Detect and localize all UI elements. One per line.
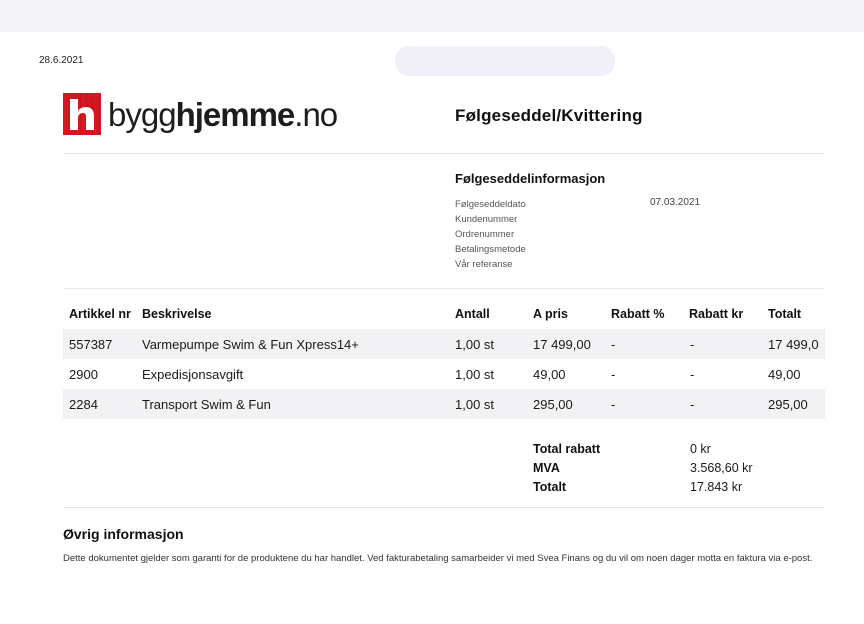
summary-value-vat: 3.568,60 kr: [690, 461, 753, 475]
column-header-article: Artikkel nr: [69, 307, 131, 321]
cell-discount-percent: -: [611, 337, 616, 352]
cell-discount-percent: -: [611, 367, 616, 382]
info-label-reference: Vår referanse: [455, 259, 513, 270]
summary-label-total: Totalt: [533, 480, 567, 494]
info-labels: Følgeseddeldato Kundenummer Ordrenummer …: [455, 197, 526, 272]
cell-discount-kr: -: [690, 337, 695, 352]
print-date: 28.6.2021: [39, 55, 84, 66]
logo-text-light: bygg: [108, 95, 177, 133]
cell-quantity: 1,00 st: [455, 367, 495, 382]
info-label-payment: Betalingsmetode: [455, 244, 526, 255]
cell-total: 295,00: [768, 397, 808, 412]
column-header-unit-price: A pris: [533, 307, 568, 321]
divider: [63, 507, 825, 508]
column-header-discount-kr: Rabatt kr: [689, 307, 744, 321]
document-title: Følgeseddel/Kvittering: [455, 106, 643, 125]
cell-article: 2284: [69, 397, 98, 412]
cell-total: 17 499,0: [768, 337, 819, 352]
info-date-value: 07.03.2021: [650, 197, 701, 208]
info-label-order: Ordrenummer: [455, 229, 515, 240]
other-info-heading: Øvrig informasjon: [63, 526, 184, 542]
summary-value-total: 17.843 kr: [690, 480, 743, 494]
cell-unit-price: 295,00: [533, 397, 573, 412]
table-row: 2900 Expedisjonsavgift 1,00 st 49,00 - -…: [63, 359, 825, 389]
info-label-customer: Kundenummer: [455, 214, 518, 225]
cell-description: Transport Swim & Fun: [142, 397, 271, 412]
cell-description: Expedisjonsavgift: [142, 367, 244, 382]
h-logo-icon: [63, 93, 101, 135]
cell-discount-kr: -: [690, 397, 695, 412]
top-band: [0, 0, 864, 32]
column-header-total: Totalt: [768, 307, 802, 321]
column-header-discount-percent: Rabatt %: [611, 307, 665, 321]
info-heading: Følgeseddelinformasjon: [455, 171, 606, 186]
cell-discount-percent: -: [611, 397, 616, 412]
cell-article: 2900: [69, 367, 98, 382]
logo-text-tld: .no: [294, 95, 338, 133]
cell-unit-price: 17 499,00: [533, 337, 591, 352]
redacted-area: [395, 46, 615, 76]
column-header-quantity: Antall: [455, 307, 490, 321]
divider: [63, 288, 825, 289]
cell-unit-price: 49,00: [533, 367, 566, 382]
cell-discount-kr: -: [690, 367, 695, 382]
other-info-text: Dette dokumentet gjelder som garanti for…: [63, 553, 813, 564]
cell-quantity: 1,00 st: [455, 397, 495, 412]
logo-text: bygghjemme.no: [108, 95, 338, 133]
summary-label-vat: MVA: [533, 461, 560, 475]
cell-description: Varmepumpe Swim & Fun Xpress14+: [142, 337, 359, 352]
cell-article: 557387: [69, 337, 113, 352]
cell-total: 49,00: [768, 367, 801, 382]
summary-value-total-discount: 0 kr: [690, 442, 711, 456]
logo: bygghjemme.no: [63, 93, 338, 135]
column-header-description: Beskrivelse: [142, 307, 212, 321]
logo-text-bold: hjemme: [175, 95, 296, 133]
summary-label-total-discount: Total rabatt: [533, 442, 601, 456]
info-label-date: Følgeseddeldato: [455, 199, 526, 210]
table-row: 2284 Transport Swim & Fun 1,00 st 295,00…: [63, 389, 825, 419]
cell-quantity: 1,00 st: [455, 337, 495, 352]
divider: [63, 153, 825, 154]
table-row: 557387 Varmepumpe Swim & Fun Xpress14+ 1…: [63, 329, 825, 359]
